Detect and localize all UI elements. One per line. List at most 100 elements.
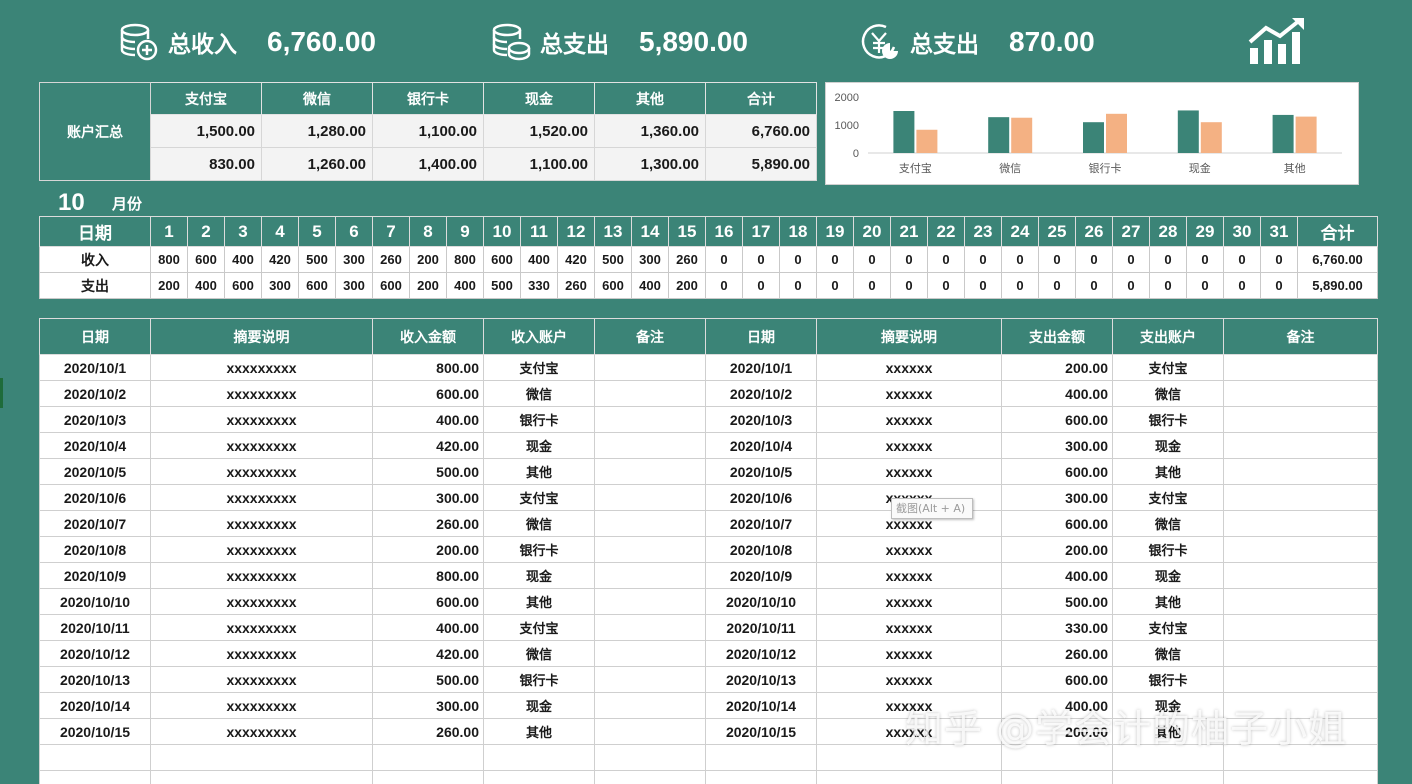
expense-amount-cell[interactable]: 600.00 bbox=[1001, 458, 1113, 485]
income-note-cell[interactable] bbox=[594, 458, 706, 485]
income-amount-cell[interactable]: 400.00 bbox=[372, 406, 484, 433]
expense-amount-cell[interactable]: 400.00 bbox=[1001, 562, 1113, 589]
expense-desc-cell[interactable]: xxxxxx bbox=[816, 406, 1002, 433]
daily-expense-cell[interactable]: 200 bbox=[409, 272, 447, 299]
income-date-cell[interactable]: 2020/10/2 bbox=[39, 380, 151, 407]
income-desc-cell[interactable]: xxxxxxxxx bbox=[150, 614, 373, 641]
daily-expense-cell[interactable]: 330 bbox=[520, 272, 558, 299]
income-amount-cell[interactable] bbox=[372, 744, 484, 771]
expense-account-cell[interactable] bbox=[1112, 770, 1224, 784]
daily-income-cell[interactable]: 500 bbox=[594, 246, 632, 273]
daily-income-cell[interactable]: 200 bbox=[409, 246, 447, 273]
daily-income-cell[interactable]: 0 bbox=[1149, 246, 1187, 273]
daily-expense-cell[interactable]: 400 bbox=[446, 272, 484, 299]
expense-desc-cell[interactable]: xxxxxx bbox=[816, 666, 1002, 693]
daily-expense-cell[interactable]: 0 bbox=[1260, 272, 1298, 299]
daily-expense-cell[interactable]: 200 bbox=[668, 272, 706, 299]
income-note-cell[interactable] bbox=[594, 406, 706, 433]
expense-amount-cell[interactable]: 300.00 bbox=[1001, 432, 1113, 459]
expense-date-cell[interactable]: 2020/10/13 bbox=[705, 666, 817, 693]
income-note-cell[interactable] bbox=[594, 562, 706, 589]
expense-amount-cell[interactable]: 260.00 bbox=[1001, 640, 1113, 667]
expense-account-cell[interactable]: 其他 bbox=[1112, 588, 1224, 615]
income-amount-cell[interactable]: 800.00 bbox=[372, 562, 484, 589]
expense-account-cell[interactable]: 其他 bbox=[1112, 458, 1224, 485]
income-date-cell[interactable]: 2020/10/9 bbox=[39, 562, 151, 589]
income-note-cell[interactable] bbox=[594, 510, 706, 537]
daily-expense-cell[interactable]: 0 bbox=[964, 272, 1002, 299]
expense-date-cell[interactable]: 2020/10/1 bbox=[705, 354, 817, 381]
daily-income-cell[interactable]: 0 bbox=[816, 246, 854, 273]
expense-note-cell[interactable] bbox=[1223, 614, 1378, 641]
daily-income-cell[interactable]: 600 bbox=[187, 246, 225, 273]
daily-expense-cell[interactable]: 0 bbox=[779, 272, 817, 299]
income-date-cell[interactable]: 2020/10/7 bbox=[39, 510, 151, 537]
income-note-cell[interactable] bbox=[594, 380, 706, 407]
daily-expense-cell[interactable]: 0 bbox=[853, 272, 891, 299]
daily-income-cell[interactable]: 420 bbox=[557, 246, 595, 273]
expense-account-cell[interactable]: 微信 bbox=[1112, 380, 1224, 407]
expense-account-cell[interactable]: 银行卡 bbox=[1112, 536, 1224, 563]
income-date-cell[interactable] bbox=[39, 770, 151, 784]
daily-income-cell[interactable]: 0 bbox=[853, 246, 891, 273]
expense-date-cell[interactable]: 2020/10/9 bbox=[705, 562, 817, 589]
summary-income-cell[interactable]: 1,100.00 bbox=[372, 114, 484, 148]
expense-desc-cell[interactable]: xxxxxx bbox=[816, 640, 1002, 667]
expense-date-cell[interactable]: 2020/10/5 bbox=[705, 458, 817, 485]
daily-expense-cell[interactable]: 260 bbox=[557, 272, 595, 299]
daily-income-cell[interactable]: 0 bbox=[1112, 246, 1150, 273]
income-note-cell[interactable] bbox=[594, 718, 706, 745]
summary-income-cell[interactable]: 1,500.00 bbox=[150, 114, 262, 148]
expense-date-cell[interactable]: 2020/10/10 bbox=[705, 588, 817, 615]
income-desc-cell[interactable]: xxxxxxxxx bbox=[150, 510, 373, 537]
expense-desc-cell[interactable] bbox=[816, 770, 1002, 784]
income-date-cell[interactable]: 2020/10/3 bbox=[39, 406, 151, 433]
expense-date-cell[interactable] bbox=[705, 744, 817, 771]
income-amount-cell[interactable]: 200.00 bbox=[372, 536, 484, 563]
income-date-cell[interactable] bbox=[39, 744, 151, 771]
expense-amount-cell[interactable]: 600.00 bbox=[1001, 406, 1113, 433]
income-account-cell[interactable]: 支付宝 bbox=[483, 614, 595, 641]
summary-expense-cell[interactable]: 1,400.00 bbox=[372, 147, 484, 181]
income-amount-cell[interactable]: 260.00 bbox=[372, 718, 484, 745]
daily-income-cell[interactable]: 0 bbox=[779, 246, 817, 273]
income-date-cell[interactable]: 2020/10/15 bbox=[39, 718, 151, 745]
daily-expense-cell[interactable]: 0 bbox=[705, 272, 743, 299]
income-account-cell[interactable]: 微信 bbox=[483, 380, 595, 407]
expense-amount-cell[interactable]: 200.00 bbox=[1001, 354, 1113, 381]
expense-account-cell[interactable]: 微信 bbox=[1112, 510, 1224, 537]
daily-income-cell[interactable]: 400 bbox=[224, 246, 262, 273]
expense-note-cell[interactable] bbox=[1223, 484, 1378, 511]
daily-expense-cell[interactable]: 0 bbox=[1038, 272, 1076, 299]
daily-income-cell[interactable]: 500 bbox=[298, 246, 336, 273]
expense-desc-cell[interactable]: xxxxxx bbox=[816, 432, 1002, 459]
income-account-cell[interactable]: 银行卡 bbox=[483, 536, 595, 563]
daily-expense-cell[interactable]: 600 bbox=[298, 272, 336, 299]
expense-date-cell[interactable]: 2020/10/11 bbox=[705, 614, 817, 641]
income-date-cell[interactable]: 2020/10/5 bbox=[39, 458, 151, 485]
expense-date-cell[interactable]: 2020/10/6 bbox=[705, 484, 817, 511]
income-amount-cell[interactable]: 420.00 bbox=[372, 432, 484, 459]
summary-income-cell[interactable]: 1,280.00 bbox=[261, 114, 373, 148]
daily-expense-cell[interactable]: 400 bbox=[187, 272, 225, 299]
daily-expense-cell[interactable]: 0 bbox=[927, 272, 965, 299]
income-date-cell[interactable]: 2020/10/14 bbox=[39, 692, 151, 719]
income-note-cell[interactable] bbox=[594, 432, 706, 459]
daily-income-cell[interactable]: 0 bbox=[964, 246, 1002, 273]
income-account-cell[interactable]: 现金 bbox=[483, 692, 595, 719]
expense-desc-cell[interactable]: xxxxxx bbox=[816, 380, 1002, 407]
daily-income-cell[interactable]: 600 bbox=[483, 246, 521, 273]
daily-expense-cell[interactable]: 400 bbox=[631, 272, 669, 299]
daily-expense-cell[interactable]: 600 bbox=[372, 272, 410, 299]
income-account-cell[interactable] bbox=[483, 770, 595, 784]
income-account-cell[interactable] bbox=[483, 744, 595, 771]
income-amount-cell[interactable]: 500.00 bbox=[372, 666, 484, 693]
summary-expense-cell[interactable]: 1,260.00 bbox=[261, 147, 373, 181]
daily-expense-cell[interactable]: 0 bbox=[1149, 272, 1187, 299]
income-desc-cell[interactable]: xxxxxxxxx bbox=[150, 536, 373, 563]
income-date-cell[interactable]: 2020/10/10 bbox=[39, 588, 151, 615]
income-date-cell[interactable]: 2020/10/13 bbox=[39, 666, 151, 693]
income-desc-cell[interactable] bbox=[150, 770, 373, 784]
daily-income-cell[interactable]: 0 bbox=[1260, 246, 1298, 273]
income-amount-cell[interactable]: 600.00 bbox=[372, 588, 484, 615]
